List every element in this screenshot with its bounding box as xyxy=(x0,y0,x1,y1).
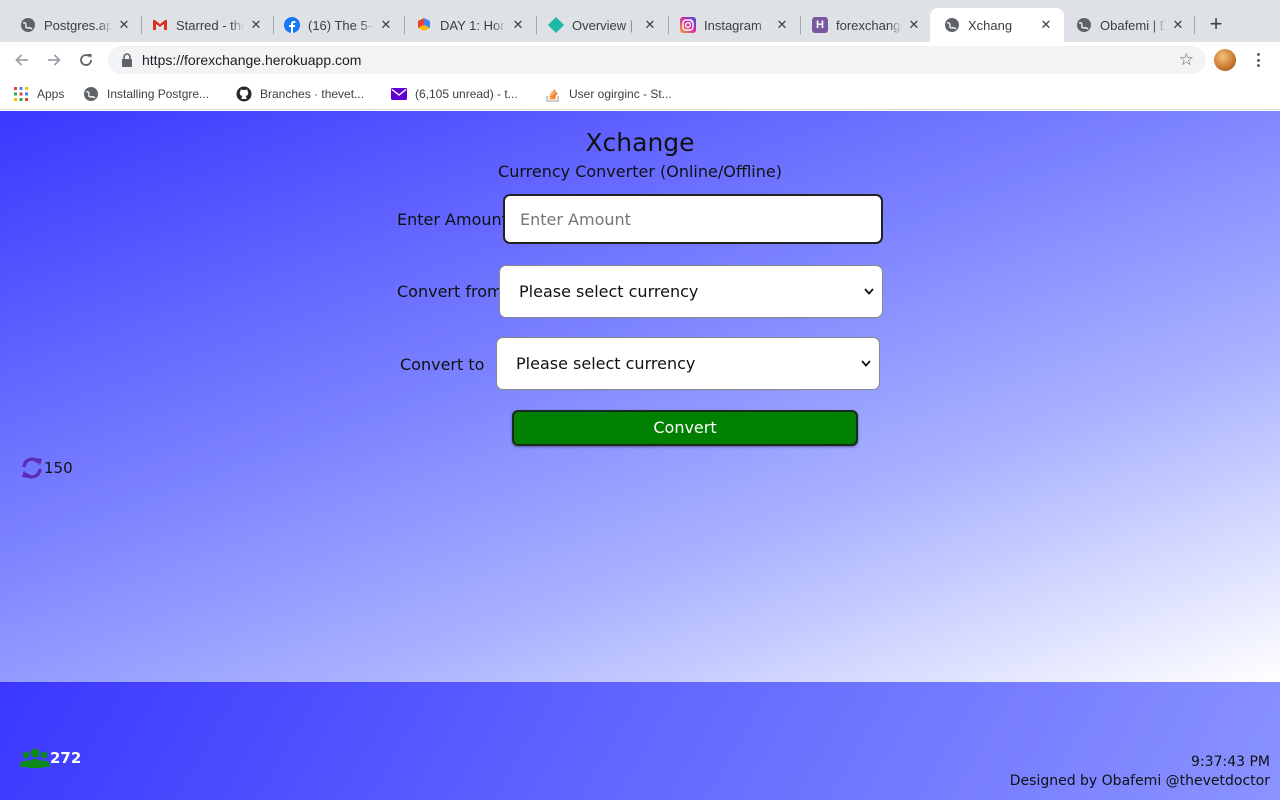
amount-label: Enter Amount xyxy=(397,210,508,229)
flag-icon xyxy=(416,17,432,33)
bookmark-installing-postgres[interactable]: Installing Postgre... xyxy=(83,85,209,103)
more-menu-icon[interactable] xyxy=(1251,51,1265,69)
close-icon[interactable]: ✕ xyxy=(248,17,264,33)
stackoverflow-icon xyxy=(545,86,561,102)
instagram-icon xyxy=(680,17,696,33)
tab-obafemi[interactable]: Obafemi | D ✕ xyxy=(1062,8,1196,42)
globe-icon xyxy=(944,17,960,33)
bookmarks-bar: Apps Installing Postgre... Branches · th… xyxy=(0,78,1280,110)
github-icon xyxy=(236,86,252,102)
clock-text: 9:37:43 PM xyxy=(1191,754,1270,770)
page-title: Xchange xyxy=(585,128,695,157)
convert-from-select[interactable]: Please select currency xyxy=(499,265,883,318)
close-icon[interactable]: ✕ xyxy=(116,17,132,33)
close-icon[interactable]: ✕ xyxy=(1038,17,1054,33)
arrow-left-icon xyxy=(15,54,28,66)
bookmark-label: (6,105 unread) - t... xyxy=(415,87,518,101)
browser-toolbar: https://forexchange.herokuapp.com ☆ xyxy=(0,42,1280,78)
tab-title: Xchang xyxy=(968,17,1013,33)
close-icon[interactable]: ✕ xyxy=(906,17,922,33)
close-icon[interactable]: ✕ xyxy=(774,17,790,33)
designer-credit: Designed by Obafemi @thevetdoctor xyxy=(1009,773,1270,789)
tab-postgres-app[interactable]: Postgres.app ✕ xyxy=(6,8,142,42)
gmail-icon xyxy=(152,17,168,33)
tab-title: DAY 1: Home xyxy=(440,17,506,33)
bookmark-label: Branches · thevet... xyxy=(260,87,365,101)
visitor-count: 272 xyxy=(50,749,82,767)
convert-button[interactable]: Convert xyxy=(512,410,858,446)
tab-strip: Postgres.app ✕ Starred - the ✕ (16) The … xyxy=(0,0,1280,42)
tab-title: (16) The 5-D xyxy=(308,17,374,33)
reload-icon xyxy=(80,54,92,66)
convert-from-selected: Please select currency xyxy=(519,282,699,301)
convert-to-label: Convert to xyxy=(400,355,485,374)
bookmark-branches[interactable]: Branches · thevet... xyxy=(236,85,364,103)
tab-overview[interactable]: Overview | I ✕ xyxy=(534,8,668,42)
bookmark-label: User ogirginc - St... xyxy=(569,87,672,101)
tab-forexchange[interactable]: H forexchange ✕ xyxy=(798,8,932,42)
forward-button[interactable] xyxy=(42,48,66,72)
close-icon[interactable]: ✕ xyxy=(1170,17,1186,33)
refresh-icon xyxy=(20,456,44,480)
convert-from-label: Convert from xyxy=(397,282,503,301)
arrow-right-icon xyxy=(48,54,61,66)
convert-to-selected: Please select currency xyxy=(516,354,696,373)
new-tab-button[interactable]: + xyxy=(1205,13,1227,35)
reload-button[interactable] xyxy=(74,48,98,72)
tab-title: Obafemi | D xyxy=(1100,17,1166,33)
amount-input[interactable] xyxy=(503,194,883,244)
url-text: https://forexchange.herokuapp.com xyxy=(142,52,362,68)
diamond-icon xyxy=(548,17,564,33)
page-content: Xchange Currency Converter (Online/Offli… xyxy=(0,111,1280,800)
page-subtitle: Currency Converter (Online/Offline) xyxy=(498,162,782,181)
bookmark-stackoverflow[interactable]: User ogirginc - St... xyxy=(545,85,672,103)
chevron-down-icon xyxy=(864,287,874,297)
back-button[interactable] xyxy=(10,48,34,72)
tab-title: Instagram xyxy=(704,17,762,33)
convert-to-select[interactable]: Please select currency xyxy=(496,337,880,390)
profile-avatar[interactable] xyxy=(1214,49,1236,71)
address-bar[interactable]: https://forexchange.herokuapp.com ☆ xyxy=(108,46,1206,74)
globe-icon xyxy=(1076,17,1092,33)
apps-grid-icon xyxy=(13,86,29,102)
refresh-count: 150 xyxy=(44,459,73,477)
tab-title: Overview | I xyxy=(572,17,638,33)
close-icon[interactable]: ✕ xyxy=(642,17,658,33)
refresh-counter[interactable]: 150 xyxy=(20,456,73,480)
yahoo-mail-icon xyxy=(391,86,407,102)
tab-title: forexchange xyxy=(836,17,902,33)
lock-icon xyxy=(120,53,134,67)
chevron-down-icon xyxy=(861,359,871,369)
tab-separator xyxy=(1194,16,1195,34)
facebook-icon xyxy=(284,17,300,33)
heroku-icon: H xyxy=(812,17,828,33)
bookmark-label: Apps xyxy=(37,87,65,101)
tab-instagram[interactable]: Instagram ✕ xyxy=(666,8,800,42)
tab-day-1-home[interactable]: DAY 1: Home ✕ xyxy=(402,8,536,42)
close-icon[interactable]: ✕ xyxy=(510,17,526,33)
globe-icon xyxy=(83,86,99,102)
globe-icon xyxy=(20,17,36,33)
tab-xchange-active[interactable]: Xchang ✕ xyxy=(930,8,1064,42)
tab-facebook[interactable]: (16) The 5-D ✕ xyxy=(270,8,404,42)
bookmark-apps[interactable]: Apps xyxy=(13,85,64,103)
visitor-counter: 272 xyxy=(20,747,81,769)
tab-gmail[interactable]: Starred - the ✕ xyxy=(138,8,274,42)
tab-title: Postgres.app xyxy=(44,17,112,33)
tab-title: Starred - the xyxy=(176,17,244,33)
close-icon[interactable]: ✕ xyxy=(378,17,394,33)
bookmark-label: Installing Postgre... xyxy=(107,87,210,101)
bookmark-yahoo-mail[interactable]: (6,105 unread) - t... xyxy=(391,85,518,103)
users-icon xyxy=(20,747,50,769)
star-icon[interactable]: ☆ xyxy=(1179,51,1194,69)
